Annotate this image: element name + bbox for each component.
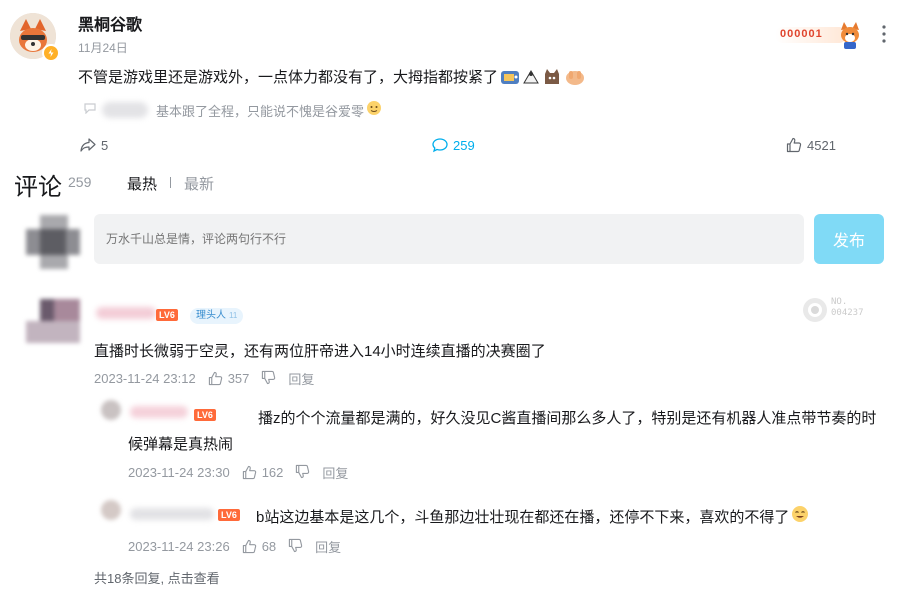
quote-comment-icon (84, 101, 96, 119)
commenter-avatar[interactable] (26, 299, 80, 343)
collector-badge-number: NO. 004237 (831, 297, 864, 318)
sort-new-tab[interactable]: 最新 (184, 173, 214, 194)
comment-dislike-button[interactable] (261, 370, 276, 388)
post-content-text: 不管是游戏里还是游戏外，一点体力都没有了，大拇指都按紧了 (78, 69, 499, 86)
emoji-thumb-icon (564, 68, 586, 86)
emoji-cat-icon (542, 68, 562, 86)
comments-count: 259 (68, 174, 92, 190)
fox-mascot-icon (841, 22, 859, 49)
post-content: 不管是游戏里还是游戏外，一点体力都没有了，大拇指都按紧了 (78, 66, 586, 87)
comment-time: 2023-11-24 23:12 (94, 371, 196, 386)
reply-username[interactable] (130, 508, 214, 520)
comments-title: 评论 (14, 174, 62, 201)
level-badge: LV6 (218, 509, 240, 521)
author-name[interactable]: 黑桐谷歌 (78, 11, 142, 35)
quoted-user-avatar (102, 102, 148, 118)
like-button[interactable]: 4521 (786, 137, 836, 153)
commenter-name[interactable] (96, 307, 156, 319)
reply-avatar[interactable] (101, 400, 121, 420)
comment-text: 直播时长微弱于空灵，还有两位肝帝进入14小时连续直播的决赛圈了 (94, 343, 546, 360)
comment-button[interactable]: 259 (432, 137, 475, 153)
quoted-comment[interactable]: 基本跟了全程，只能说不愧是谷爱零 (84, 100, 382, 120)
current-user-avatar (26, 215, 80, 269)
reply-text-content: b站这边基本是这几个，斗鱼那边壮壮现在都还在播，还停不下来，喜欢的不得了 (256, 508, 790, 526)
thumb-up-icon (242, 465, 256, 480)
reply-meta: 2023-11-24 23:30 162 回复 (128, 463, 360, 482)
reply-meta: 2023-11-24 23:26 68 回复 (128, 537, 353, 556)
submit-comment-button[interactable]: 发布 (814, 214, 884, 264)
more-menu-icon[interactable] (880, 24, 888, 44)
fan-group-tag-level: 11 (229, 311, 238, 320)
reply-like-button[interactable]: 162 (242, 465, 284, 480)
reply-reply-button[interactable]: 回复 (322, 463, 348, 482)
comment-input[interactable] (94, 214, 804, 264)
thumb-down-icon (296, 464, 310, 478)
level-badge: LV6 (156, 309, 178, 321)
forward-count: 5 (101, 137, 109, 153)
post-date: 11月24日 (78, 41, 128, 55)
reply-dislike-button[interactable] (288, 538, 303, 556)
comment-meta: 2023-11-24 23:12 357 回复 (94, 369, 326, 388)
reply-like-count: 162 (261, 465, 284, 480)
like-count: 4521 (807, 137, 836, 153)
thumb-down-icon (262, 370, 276, 384)
reply-text: b站这边基本是这几个，斗鱼那边壮壮现在都还在播，还停不下来，喜欢的不得了 (256, 505, 809, 527)
forward-icon (80, 138, 96, 152)
reply-like-button[interactable]: 68 (242, 539, 276, 554)
reply-avatar[interactable] (101, 500, 121, 520)
collector-badge-icon (803, 298, 827, 322)
verified-badge-icon (42, 44, 60, 62)
view-more-replies-link[interactable]: 共18条回复, 点击查看 (94, 568, 220, 587)
fan-badge[interactable]: 000001 (775, 20, 867, 50)
comment-like-count: 357 (227, 371, 250, 386)
thumb-up-icon (208, 371, 222, 386)
collector-badge: NO. 004237 (801, 296, 881, 324)
fan-group-tag[interactable]: 理头人 11 (190, 308, 244, 324)
emoji-game-icon (500, 68, 520, 86)
quoted-comment-text: 基本跟了全程，只能说不愧是谷爱零 (156, 103, 365, 119)
thumb-down-icon (289, 538, 303, 552)
reply-like-count: 68 (261, 539, 277, 554)
comment-count: 259 (453, 137, 475, 153)
sort-hot-tab[interactable]: 最热 (127, 173, 157, 194)
comment-reply-button[interactable]: 回复 (288, 369, 314, 388)
reply-dislike-button[interactable] (295, 464, 310, 482)
reply-text: 播z的个个流量都是满的，好久没见C酱直播间那么多人了，特别是还有机器人准点带节奏… (128, 410, 877, 453)
sort-divider (170, 177, 171, 188)
reply-time: 2023-11-24 23:26 (128, 539, 230, 554)
comment-icon (432, 138, 448, 153)
reply-reply-button[interactable]: 回复 (315, 537, 341, 556)
thumb-up-icon (786, 137, 802, 153)
emoji-blush-icon (366, 100, 382, 121)
thumb-up-icon (242, 539, 256, 554)
fan-group-tag-label: 理头人 (196, 310, 226, 321)
comment-like-button[interactable]: 357 (208, 371, 250, 386)
reply-time: 2023-11-24 23:30 (128, 465, 230, 480)
emoji-happy-icon (791, 505, 809, 527)
emoji-penguin-icon (522, 68, 540, 86)
fan-badge-number: 000001 (780, 28, 823, 40)
forward-button[interactable]: 5 (80, 137, 108, 153)
